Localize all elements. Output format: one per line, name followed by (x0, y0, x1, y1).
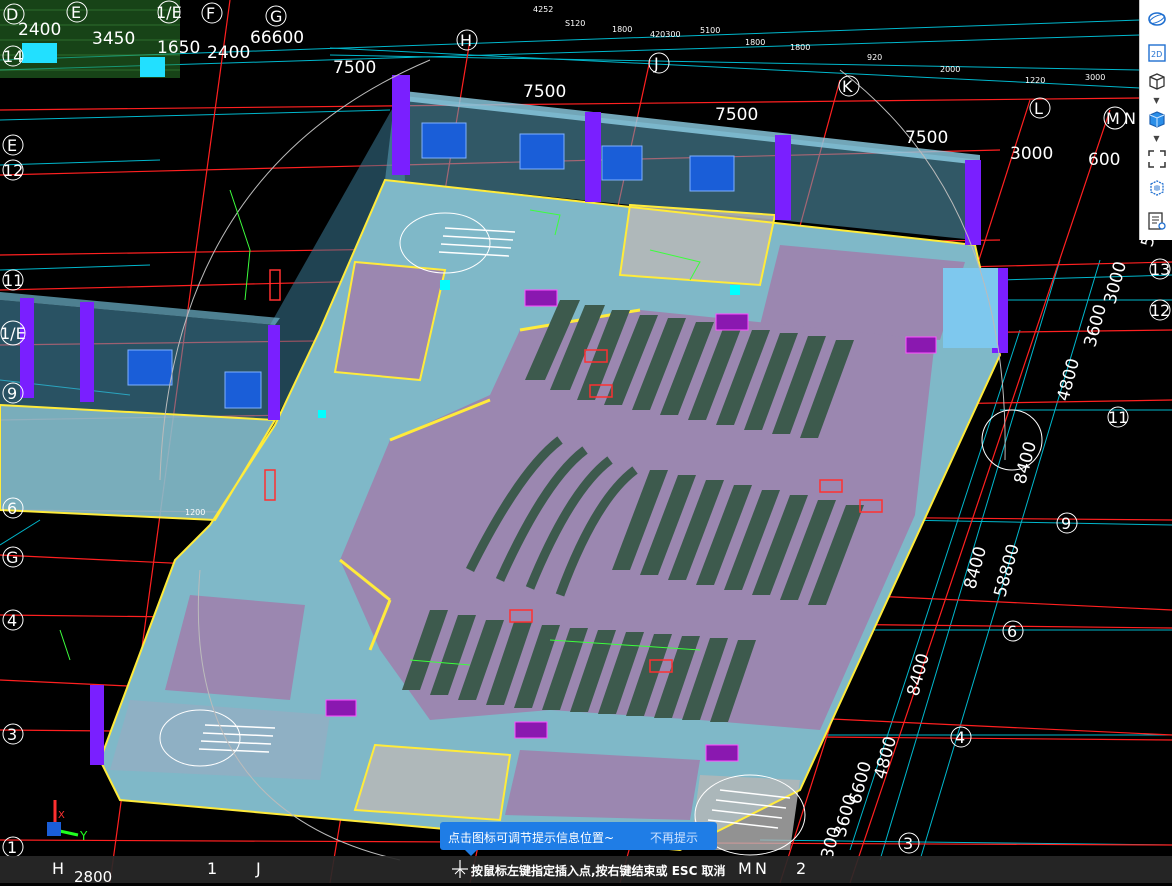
dimension-text: 2400 (18, 20, 61, 40)
axis-label: 9 (1061, 514, 1071, 533)
dimension-text: 920 (867, 53, 882, 62)
axis-label: N (1124, 109, 1136, 128)
axis-label: D (6, 5, 18, 24)
gizmo-x-label: X (58, 810, 65, 821)
dimension-text: 1800 (745, 38, 765, 47)
cad-3d-viewport[interactable]: D E 1/E F G H J K L M N 14 E 12 11 1/E 9… (0, 0, 1172, 883)
dimension-text: 8400 (961, 544, 992, 591)
dimension-text: 1800 (612, 25, 632, 34)
axis-label: 4 (7, 611, 17, 630)
axis-label: 13 (1150, 260, 1170, 279)
axis-label: 12 (3, 161, 23, 180)
axis-label: 6 (7, 499, 17, 518)
chevron-down-icon[interactable]: ▼ (1152, 134, 1161, 143)
fullscreen-icon[interactable] (1144, 146, 1169, 171)
dimension-text: 7500 (905, 128, 948, 148)
axis-label: 3 (903, 834, 913, 853)
properties-icon[interactable] (1144, 208, 1169, 233)
dont-show-again-link[interactable]: 不再提示 (650, 829, 698, 846)
dimension-text: 3000 (1085, 73, 1105, 82)
axis-gizmo: Y X (47, 800, 88, 843)
solid-box-icon[interactable] (1144, 106, 1169, 131)
axis-label: 1/E (156, 3, 182, 22)
dimension-text: 58800 (991, 542, 1024, 599)
axis-label: E (71, 3, 81, 22)
dimension-text: 3450 (92, 29, 135, 49)
dimension-text: 7500 (715, 105, 758, 125)
dimension-text: 420300 (650, 30, 681, 39)
command-status-bar: 按鼠标左键指定插入点,按右键结束或 ESC 取消 (0, 856, 1172, 883)
axis-label: J (653, 54, 659, 73)
axis-label: E (7, 136, 17, 155)
gizmo-y-label: Y (79, 829, 88, 843)
axis-label: L (1034, 99, 1043, 118)
crosshair-cursor-icon (452, 860, 468, 878)
dimension-text: 1220 (1025, 76, 1045, 85)
dimension-text: 1800 (790, 43, 810, 52)
tip-text: 点击图标可调节提示信息位置~ (448, 831, 615, 845)
section-box-icon[interactable] (1144, 175, 1169, 200)
axis-label: G (6, 548, 18, 567)
axis-label: F (206, 4, 215, 23)
view-2d-label: 2D (1151, 50, 1162, 59)
dimension-text: 5100 (700, 26, 720, 35)
axis-label: 1 (7, 838, 17, 857)
dimension-text: 4252 (533, 5, 553, 14)
view-3d-box-icon[interactable] (1144, 68, 1169, 93)
status-prompt: 按鼠标左键指定插入点,按右键结束或 ESC 取消 (471, 864, 726, 878)
dimension-text: 1650 (157, 38, 200, 58)
dimension-text: 8400 (904, 651, 935, 698)
dimension-text: S120 (565, 19, 585, 28)
dimension-text: 8400 (1011, 439, 1042, 486)
axis-label: 14 (3, 47, 23, 66)
view-toolbar: 2D ▼ ▼ (1139, 0, 1172, 240)
dimension-text: 7500 (523, 82, 566, 102)
dimension-text: 2000 (940, 65, 960, 74)
axis-label: 11 (1108, 408, 1128, 427)
chevron-down-icon[interactable]: ▼ (1152, 96, 1161, 105)
axis-label: 3 (7, 725, 17, 744)
axis-label: G (270, 7, 282, 26)
dimension-text: 3000 (1010, 144, 1053, 164)
dimension-text: 4800 (871, 734, 902, 781)
axis-label: 4 (955, 728, 965, 747)
orbit-icon[interactable] (1144, 6, 1169, 31)
axis-label: H (460, 31, 472, 50)
axis-label: M (1106, 109, 1120, 128)
dimension-text: 1200 (185, 508, 205, 517)
axis-label: K (842, 77, 853, 96)
axis-label: 6 (1007, 622, 1017, 641)
axis-label: 1/E (0, 324, 26, 343)
dimension-text: 66600 (250, 28, 304, 48)
axis-label: 12 (1150, 301, 1170, 320)
axis-label: 9 (7, 384, 17, 403)
dimension-text: 2400 (207, 43, 250, 63)
dimension-text: 7500 (333, 58, 376, 78)
view-2d-icon[interactable]: 2D (1144, 40, 1169, 65)
dimension-text: 600 (1088, 150, 1120, 170)
tip-bubble: 点击图标可调节提示信息位置~ 不再提示 (440, 822, 717, 850)
axis-label: 11 (3, 271, 23, 290)
dimension-text: 4800 (1054, 356, 1085, 403)
dimension-text: 3000 (1101, 259, 1132, 306)
